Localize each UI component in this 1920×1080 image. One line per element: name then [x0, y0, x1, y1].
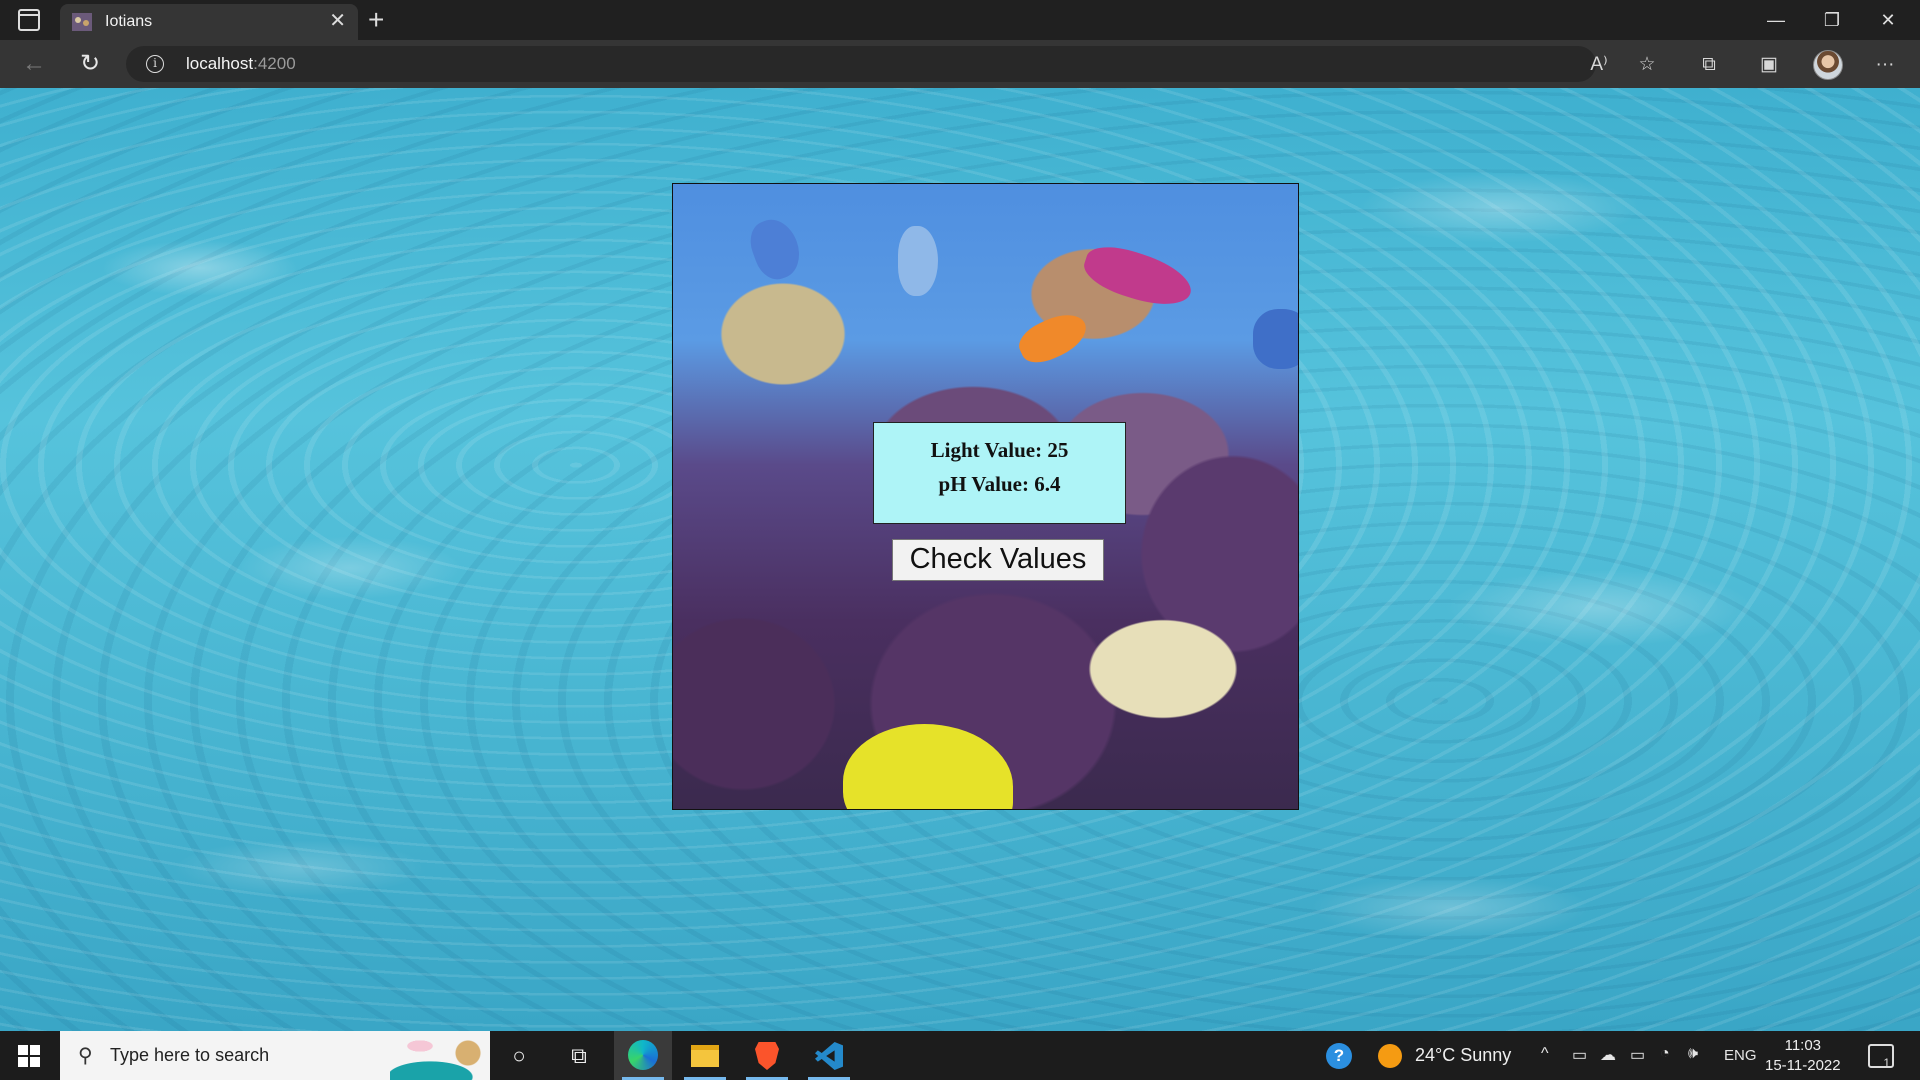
volume-icon[interactable]: 🕪: [1688, 1045, 1698, 1063]
vscode-taskbar-icon[interactable]: [800, 1031, 858, 1080]
back-arrow-icon[interactable]: ←: [18, 48, 50, 80]
refresh-icon[interactable]: ↻: [74, 48, 106, 80]
info-icon[interactable]: i: [146, 55, 164, 73]
url-text[interactable]: localhost:4200: [186, 54, 296, 74]
puzzle-icon[interactable]: ⧉: [1696, 52, 1722, 78]
close-icon[interactable]: ✕: [329, 10, 346, 32]
notification-icon[interactable]: 1: [1868, 1044, 1894, 1070]
site-favicon-icon: [72, 13, 92, 31]
weather-text[interactable]: 24°C Sunny: [1415, 1045, 1511, 1066]
task-view-icon[interactable]: ⧉: [550, 1031, 608, 1080]
browser-tab[interactable]: Iotians ✕: [60, 4, 358, 40]
ellipsis-icon[interactable]: ···: [1872, 52, 1898, 78]
sensor-values-box: Light Value: 25 pH Value: 6.4: [873, 422, 1126, 524]
search-input[interactable]: Type here to search: [110, 1045, 269, 1066]
url-port: :4200: [253, 54, 296, 73]
ph-value: pH Value: 6.4: [938, 472, 1061, 496]
fish: [744, 213, 807, 285]
tab-title: Iotians: [105, 13, 153, 30]
url-field[interactable]: i localhost:4200: [126, 46, 1596, 82]
check-values-button[interactable]: Check Values: [892, 539, 1104, 581]
fish: [1253, 309, 1298, 369]
aquarium-image: Light Value: 25 pH Value: 6.4 Check Valu…: [672, 183, 1299, 810]
brave-taskbar-icon[interactable]: [738, 1031, 796, 1080]
chevron-up-icon[interactable]: ^: [1541, 1045, 1549, 1063]
battery-icon[interactable]: ▭: [1630, 1045, 1645, 1065]
address-bar: ← ↻ i localhost:4200 A⁾ ☆ ⧉ ▣ ···: [0, 40, 1920, 88]
url-host: localhost: [186, 54, 254, 73]
minimize-button[interactable]: —: [1748, 0, 1804, 40]
edge-taskbar-icon[interactable]: [614, 1031, 672, 1080]
taskbar: ⚲ Type here to search ○ ⧉ ? 24°C Sunny ^…: [0, 1031, 1920, 1080]
star-add-icon[interactable]: ☆: [1634, 52, 1660, 78]
clock-date: 15-11-2022: [1765, 1057, 1841, 1074]
plus-icon[interactable]: +: [368, 4, 384, 36]
close-window-button[interactable]: ✕: [1860, 0, 1916, 40]
sun-icon[interactable]: [1378, 1044, 1402, 1068]
brave-icon: [755, 1042, 779, 1070]
tab-actions-icon[interactable]: [18, 9, 40, 31]
wifi-icon[interactable]: ◔: [1660, 1045, 1670, 1063]
restore-button[interactable]: ❐: [1804, 0, 1860, 40]
cloud-icon[interactable]: ☁: [1600, 1045, 1616, 1065]
tab-bar: Iotians ✕ + — ❐ ✕: [0, 0, 1920, 40]
cortana-icon[interactable]: ○: [490, 1031, 548, 1080]
page-viewport: Light Value: 25 pH Value: 6.4 Check Valu…: [0, 88, 1920, 1031]
search-highlight-illustration: [390, 1031, 490, 1080]
file-explorer-taskbar-icon[interactable]: [676, 1031, 734, 1080]
help-icon[interactable]: ?: [1326, 1043, 1352, 1069]
fish: [898, 226, 938, 296]
avatar[interactable]: [1813, 50, 1843, 80]
language-indicator[interactable]: ENG: [1724, 1047, 1757, 1064]
search-icon: ⚲: [78, 1045, 93, 1067]
fish: [843, 724, 1013, 809]
light-value: Light Value: 25: [930, 438, 1069, 462]
read-aloud-icon[interactable]: A⁾: [1586, 52, 1612, 78]
vscode-icon: [815, 1042, 843, 1070]
collections-icon[interactable]: ▣: [1756, 52, 1782, 78]
clock[interactable]: 11:03 15-11-2022: [1765, 1036, 1841, 1076]
folder-icon: [691, 1045, 719, 1067]
clock-time: 11:03: [1784, 1037, 1822, 1054]
taskbar-search[interactable]: ⚲ Type here to search: [60, 1031, 490, 1080]
fish: [1013, 305, 1093, 371]
windows-start-icon[interactable]: [18, 1045, 40, 1067]
meet-icon[interactable]: ▭: [1572, 1045, 1587, 1065]
fish: [1078, 238, 1198, 315]
edge-icon: [628, 1040, 658, 1070]
